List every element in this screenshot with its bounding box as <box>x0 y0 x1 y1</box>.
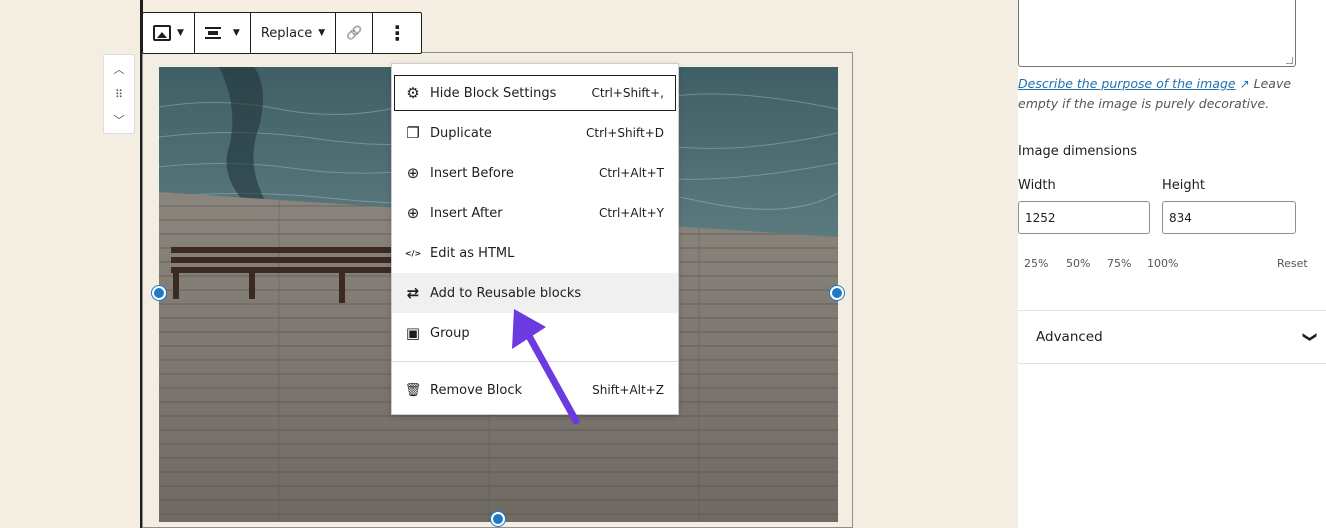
menu-item-edit-as-html[interactable]: </> Edit as HTML <box>392 233 678 273</box>
menu-item-label: Insert After <box>430 205 503 221</box>
block-type-switcher[interactable]: ▼ <box>143 13 195 53</box>
annotation-arrow <box>512 309 580 425</box>
gear-icon: ⚙ <box>406 84 420 102</box>
menu-item-label: Hide Block Settings <box>430 85 557 101</box>
menu-item-duplicate[interactable]: ❐ Duplicate Ctrl+Shift+D <box>392 113 678 153</box>
chevron-down-icon: ❯ <box>1302 331 1318 343</box>
menu-item-insert-after[interactable]: ⊕ Insert After Ctrl+Alt+Y <box>392 193 678 233</box>
trash-icon: 🗑 <box>404 382 422 398</box>
menu-item-shortcut: Ctrl+Shift+D <box>586 126 664 140</box>
width-label: Width <box>1018 178 1056 193</box>
settings-sidebar: Describe the purpose of the image ↗ Leav… <box>1000 0 1326 528</box>
insert-after-icon: ⊕ <box>406 204 420 222</box>
chevron-down-icon: ▼ <box>232 28 240 38</box>
menu-item-insert-before[interactable]: ⊕ Insert Before Ctrl+Alt+T <box>392 153 678 193</box>
image-icon <box>153 25 171 41</box>
drag-handle-icon[interactable]: ⠿ <box>115 88 123 101</box>
group-icon: ▣ <box>405 324 421 342</box>
alt-text-help: Describe the purpose of the image ↗ Leav… <box>1018 74 1298 113</box>
advanced-panel-toggle[interactable]: Advanced ❯ <box>1018 311 1326 363</box>
resize-handle-right[interactable] <box>830 286 844 300</box>
block-toolbar: ▼ ▼ Replace ▼ 🔗 ⋮ <box>142 12 423 54</box>
menu-item-shortcut: Ctrl+Shift+, <box>591 86 664 100</box>
advanced-label: Advanced <box>1036 329 1103 345</box>
more-options-button[interactable]: ⋮ <box>373 13 421 53</box>
move-up-icon[interactable]: ︿ <box>114 61 125 77</box>
reusable-icon: ⇄ <box>406 284 420 302</box>
image-dimensions-title: Image dimensions <box>1018 144 1137 159</box>
align-center-icon <box>204 27 221 39</box>
size-50-button[interactable]: 50% <box>1066 257 1090 270</box>
chevron-down-icon: ▼ <box>318 28 326 38</box>
insert-before-icon: ⊕ <box>406 164 420 182</box>
reset-dimensions-button[interactable]: Reset <box>1277 257 1308 270</box>
editor-canvas: ︿ ⠿ ﹀ ▼ ▼ Replace ▼ 🔗 ⋮ ⚙ Hide Block Set… <box>0 0 1000 528</box>
replace-label: Replace <box>260 25 313 41</box>
move-down-icon[interactable]: ﹀ <box>114 112 125 128</box>
link-button[interactable]: 🔗 <box>336 13 374 53</box>
replace-button[interactable]: Replace ▼ <box>251 13 337 53</box>
size-75-button[interactable]: 75% <box>1107 257 1131 270</box>
size-100-button[interactable]: 100% <box>1147 257 1178 270</box>
menu-item-shortcut: Shift+Alt+Z <box>592 383 664 397</box>
height-label: Height <box>1162 178 1205 193</box>
menu-item-label: Duplicate <box>430 125 492 141</box>
menu-item-label: Insert Before <box>430 165 514 181</box>
menu-item-shortcut: Ctrl+Alt+T <box>598 166 664 180</box>
size-25-button[interactable]: 25% <box>1024 257 1048 270</box>
block-mover: ︿ ⠿ ﹀ <box>103 54 135 134</box>
panel-divider <box>1018 363 1326 364</box>
more-vertical-icon: ⋮ <box>387 21 408 45</box>
link-icon: 🔗 <box>346 25 363 41</box>
resize-handle-bottom[interactable] <box>491 512 505 526</box>
alt-text-textarea[interactable] <box>1018 0 1296 67</box>
chevron-glyph: ❯ <box>1302 331 1319 343</box>
chevron-down-icon: ▼ <box>177 28 184 38</box>
height-input[interactable]: 834 <box>1162 201 1296 234</box>
external-link-icon: ↗ <box>1239 77 1250 91</box>
menu-item-hide-block-settings[interactable]: ⚙ Hide Block Settings Ctrl+Shift+, <box>392 73 678 113</box>
width-input[interactable]: 1252 <box>1018 201 1150 234</box>
duplicate-icon: ❐ <box>406 124 420 142</box>
resize-handle-left[interactable] <box>152 286 166 300</box>
alt-text-help-link[interactable]: Describe the purpose of the image <box>1018 76 1236 91</box>
menu-item-label: Add to Reusable blocks <box>430 285 582 301</box>
align-button[interactable]: ▼ <box>195 13 251 53</box>
menu-item-shortcut: Ctrl+Alt+Y <box>598 206 664 220</box>
html-icon: </> <box>404 248 422 258</box>
menu-item-label: Edit as HTML <box>430 245 515 261</box>
